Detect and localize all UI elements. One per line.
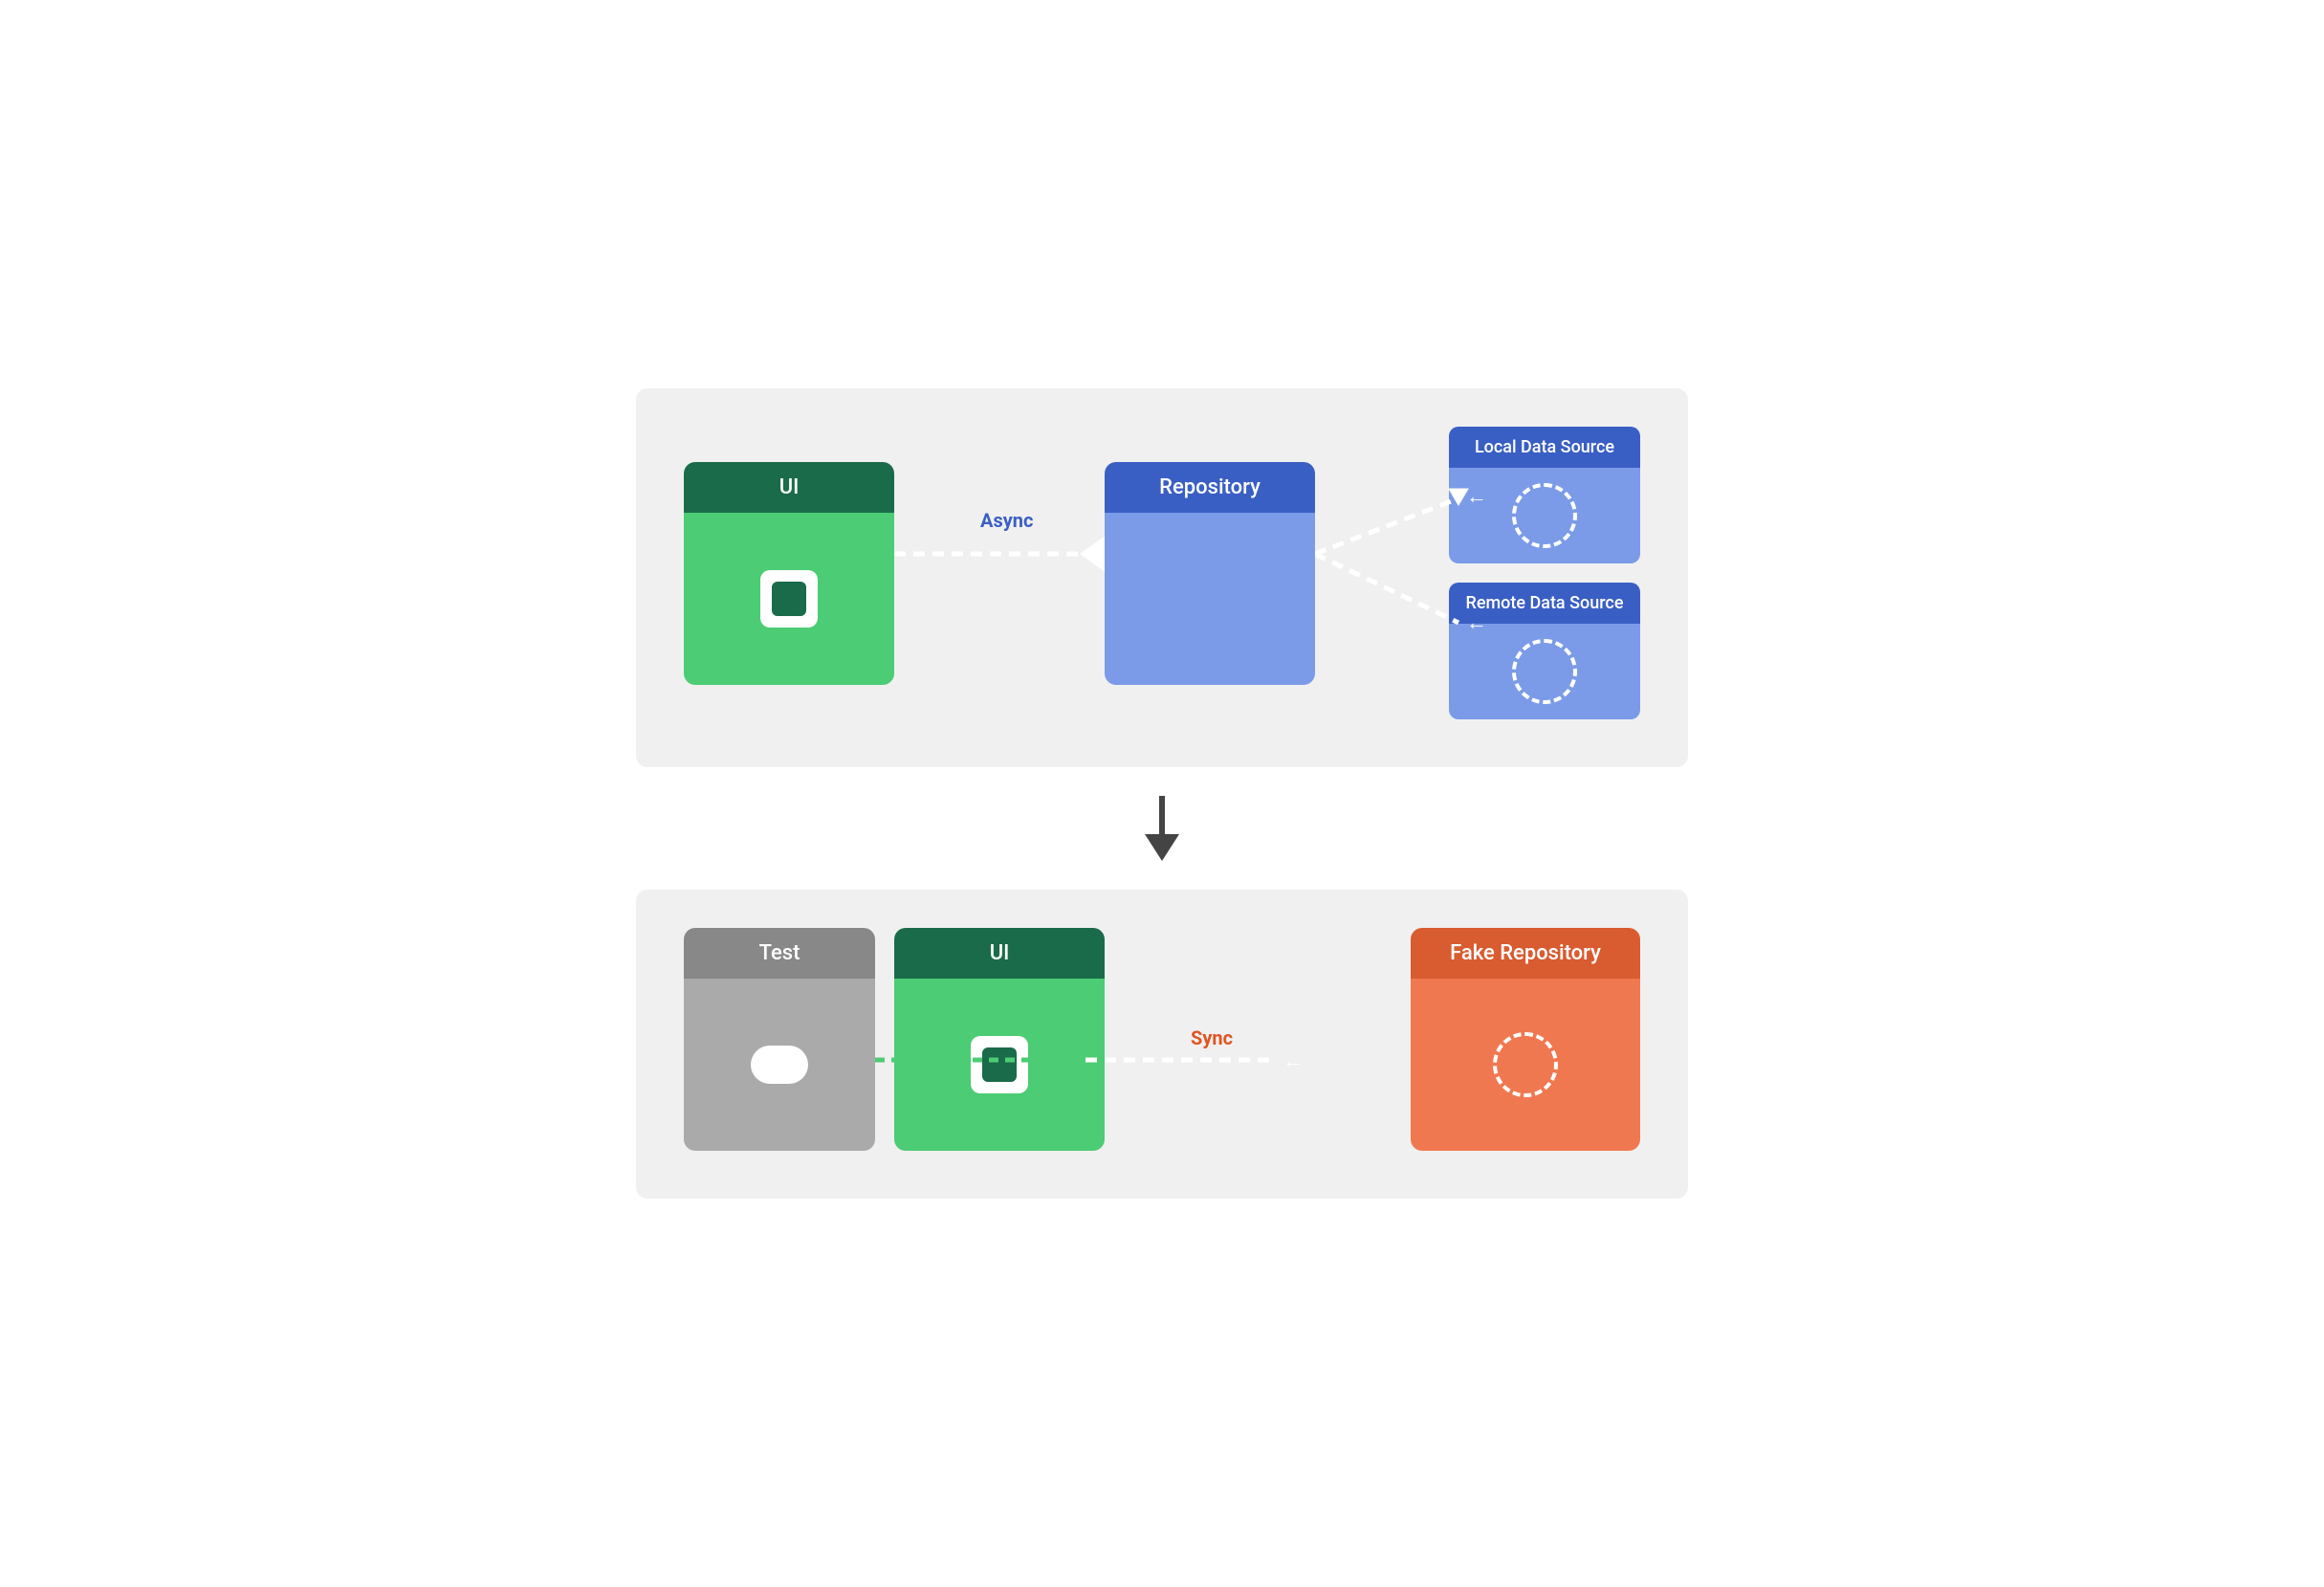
fake-repo-header: Fake Repository	[1411, 928, 1640, 979]
repo-block-header: Repository	[1105, 462, 1315, 513]
ui-block-bottom: UI	[894, 928, 1105, 1151]
remote-source-header: Remote Data Source	[1449, 583, 1640, 624]
ui-square-inner-bottom	[982, 1047, 1017, 1082]
arrow-head	[1145, 834, 1179, 861]
down-arrow	[1145, 796, 1179, 861]
ui-block-body	[684, 513, 894, 685]
ui-block-bottom-body	[894, 979, 1105, 1151]
fake-repo-arrow: ←	[1283, 1049, 1304, 1073]
top-svg-wrapper: UI Async	[684, 427, 1640, 720]
fake-repo-block: Fake Repository	[1411, 928, 1640, 1151]
fake-repo-body	[1411, 979, 1640, 1151]
test-block-body	[684, 979, 875, 1151]
main-container: UI Async	[636, 388, 1688, 1200]
local-source-block: Local Data Source	[1449, 427, 1640, 563]
remote-dashed-circle	[1512, 639, 1577, 704]
ui-square-outer-bottom	[971, 1036, 1028, 1093]
top-diagram: UI Async	[636, 388, 1688, 768]
bottom-diagram: Test Sync ←	[636, 890, 1688, 1199]
test-block-header: Test	[684, 928, 875, 979]
ui-square-outer	[760, 570, 818, 628]
local-dashed-circle	[1512, 483, 1577, 548]
repo-block: Repository	[1105, 462, 1315, 685]
ui-square-inner	[772, 582, 806, 616]
ui-block-bottom-header: UI	[894, 928, 1105, 979]
right-sources: Local Data Source Remote Data Source	[1449, 427, 1640, 720]
ui-block-header: UI	[684, 462, 894, 513]
fake-repo-circle	[1493, 1032, 1558, 1097]
repo-to-remote-line	[1315, 554, 1458, 623]
local-source-body	[1449, 468, 1640, 563]
repo-to-local-line	[1315, 498, 1458, 554]
repo-arrow	[1081, 537, 1105, 571]
test-block: Test	[684, 928, 875, 1151]
bottom-svg-wrapper: Test Sync ←	[684, 928, 1640, 1151]
async-label-svg: Async	[980, 509, 1033, 532]
local-source-header: Local Data Source	[1449, 427, 1640, 468]
top-inner-layout: UI Async	[684, 427, 1640, 720]
sync-label-svg: Sync	[1191, 1026, 1233, 1049]
bottom-inner-layout: Test Sync ←	[684, 928, 1640, 1151]
arrow-shaft	[1159, 796, 1165, 834]
test-pill	[751, 1046, 808, 1084]
remote-source-body	[1449, 624, 1640, 719]
ui-block: UI	[684, 462, 894, 685]
remote-source-block: Remote Data Source	[1449, 583, 1640, 719]
repo-block-body	[1105, 513, 1315, 685]
